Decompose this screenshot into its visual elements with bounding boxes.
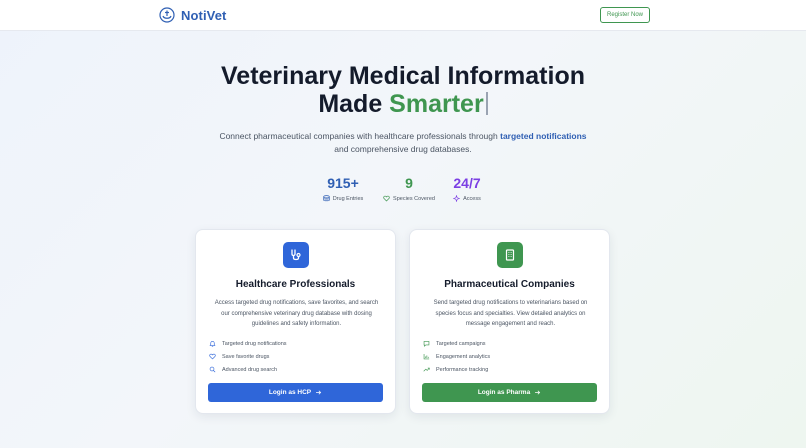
building-icon (505, 249, 515, 261)
feature-label: Targeted drug notifications (222, 340, 287, 347)
bar-chart-icon (423, 354, 430, 360)
feature-item: Advanced drug search (209, 366, 277, 373)
brand[interactable]: NotiVet (159, 7, 226, 23)
card-title: Healthcare Professionals (235, 279, 356, 290)
hero-title-prefix: Made (318, 90, 390, 118)
stat-label: Access (463, 195, 481, 202)
feature-label: Targeted campaigns (436, 340, 486, 347)
message-icon (423, 341, 430, 347)
feature-label: Advanced drug search (222, 366, 278, 373)
hero-title-line2: Made Smarter (0, 90, 806, 118)
feature-item: Performance tracking (423, 366, 488, 373)
heart-icon (209, 353, 216, 360)
stat-value: 24/7 (453, 175, 481, 191)
login-hcp-button[interactable]: Login as HCP (208, 383, 383, 402)
stethoscope-icon (291, 249, 301, 261)
heart-icon (383, 195, 390, 202)
card-icon-badge (497, 242, 523, 268)
card-icon-badge (283, 242, 309, 268)
pharma-card: Pharmaceutical Companies Send targeted d… (409, 229, 610, 414)
button-label: Login as HCP (268, 389, 312, 396)
feature-label: Engagement analytics (436, 353, 491, 360)
stat-label-row: Species Covered (378, 195, 440, 202)
card-description: Send targeted drug notifications to vete… (433, 300, 588, 327)
bell-icon (209, 340, 216, 347)
feature-item: Engagement analytics (423, 353, 490, 360)
stat-label: Drug Entries (332, 195, 364, 202)
trending-up-icon (423, 367, 430, 372)
stat-label-row: Access (446, 195, 488, 202)
subtitle-text: Connect pharmaceutical companies with he… (219, 131, 501, 141)
top-navbar: NotiVet Register Now (0, 0, 806, 31)
stat-value: 915+ (327, 175, 359, 191)
hero-subtitle-line1: Connect pharmaceutical companies with he… (0, 130, 806, 143)
hero-subtitle-line2: and comprehensive drug databases. (334, 144, 472, 154)
hero-title-accent: Smarter (389, 90, 484, 118)
register-now-button[interactable]: Register Now (600, 7, 650, 23)
subtitle-highlight: targeted notifications (500, 131, 587, 141)
feature-label: Save favorite drugs (222, 353, 270, 360)
stat-label: Species Covered (393, 195, 435, 202)
hcp-card: Healthcare Professionals Access targeted… (195, 229, 396, 414)
button-label: Login as Pharma (477, 389, 531, 396)
card-description: Access targeted drug notifications, save… (214, 300, 379, 327)
feature-item: Targeted drug notifications (209, 340, 287, 347)
stat-value: 9 (405, 175, 413, 191)
login-pharma-button[interactable]: Login as Pharma (422, 383, 597, 402)
hero-title-line1: Veterinary Medical Information (221, 62, 585, 90)
stat-access: 24/7 Access (446, 174, 488, 202)
database-icon (323, 195, 330, 202)
stat-drug-entries: 915+ Drug Entries (318, 174, 368, 202)
logo-icon (159, 7, 175, 23)
arrow-right-icon (535, 390, 541, 395)
typing-cursor (485, 92, 488, 115)
brand-name: NotiVet (181, 7, 227, 23)
arrow-right-icon (316, 390, 322, 395)
stat-species-covered: 9 Species Covered (378, 174, 440, 202)
search-icon (209, 366, 216, 373)
sparkle-icon (453, 195, 461, 202)
card-title: Pharmaceutical Companies (444, 279, 575, 290)
feature-item: Targeted campaigns (423, 340, 486, 347)
feature-label: Performance tracking (436, 366, 489, 373)
stat-label-row: Drug Entries (318, 195, 368, 202)
feature-item: Save favorite drugs (209, 353, 269, 360)
